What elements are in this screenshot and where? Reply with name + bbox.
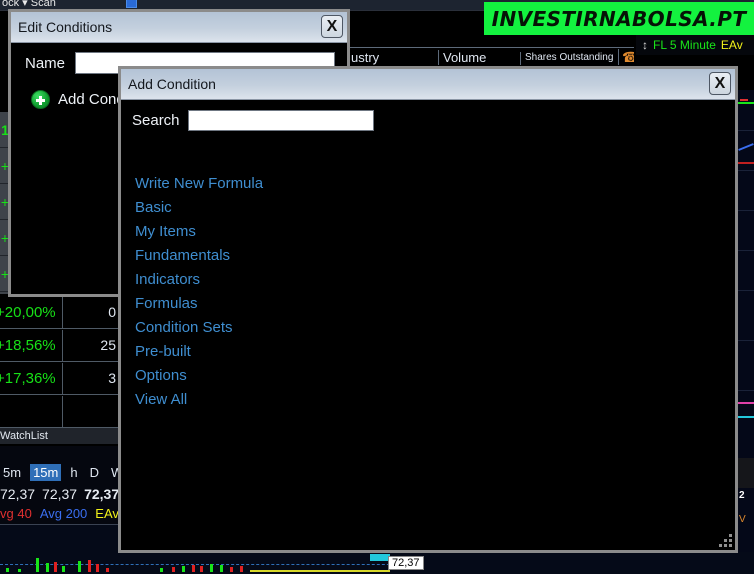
price-value: 72,37 [0, 486, 36, 502]
search-label: Search [132, 112, 180, 129]
add-condition-dialog[interactable]: Add Condition X Search Write New Formula… [118, 66, 738, 553]
list-item-formulas[interactable]: Formulas [121, 292, 198, 316]
chart-eavg-label: EAv [720, 38, 743, 52]
row-volume: 3 [62, 362, 118, 394]
moving-average-legend: vg 40 Avg 200 EAvg [0, 504, 118, 522]
chart-header-bar: ↕ FL 5 Minute EAv [636, 35, 754, 55]
cyan-marker [370, 554, 390, 561]
add-condition-titlebar[interactable]: Add Condition X [121, 69, 735, 100]
search-input[interactable] [187, 110, 374, 131]
table-row[interactable]: +17,36% 3 [0, 362, 118, 395]
close-icon[interactable]: X [321, 15, 343, 38]
scan-checkbox[interactable] [126, 0, 137, 8]
trend-yellowline [250, 570, 390, 572]
resize-grip[interactable] [719, 534, 732, 547]
timeframe-d[interactable]: D [87, 464, 102, 481]
chart-timeframe-label: FL 5 Minute [653, 38, 716, 52]
timeframe-selector: 5m 15m h D W [0, 462, 118, 482]
timeframe-15m[interactable]: 15m [30, 463, 62, 481]
candlestick-chart[interactable]: 72,37 [0, 552, 754, 574]
add-condition-title: Add Condition [128, 76, 216, 92]
row-volume: 0 [62, 296, 118, 328]
price-readout: 72,37 72,37 72,37 [0, 484, 118, 504]
search-row: Search [121, 110, 374, 131]
updown-arrow-icon[interactable]: ↕ [642, 39, 648, 51]
ad-banner-text: INVESTIRNABOLSA.PT [491, 6, 747, 31]
list-item-indicators[interactable]: Indicators [121, 268, 200, 292]
close-icon[interactable]: X [709, 72, 731, 95]
table-row[interactable]: +18,56% 25 [0, 329, 118, 362]
price-value: 72,37 [42, 486, 78, 502]
scanner-column-headers: ustry Volume Shares Outstanding ☎ [340, 47, 634, 65]
list-item-condition-sets[interactable]: Condition Sets [121, 316, 233, 340]
list-item-my-items[interactable]: My Items [121, 220, 196, 244]
add-condition-button[interactable]: Add Cond [31, 90, 125, 109]
column-header-shares-outstanding[interactable]: Shares Outstanding [520, 52, 613, 65]
list-item-basic[interactable]: Basic [121, 196, 172, 220]
row-volume [62, 395, 118, 427]
toolbar-label: ock ▾ Scan [2, 0, 56, 9]
list-item-options[interactable]: Options [121, 364, 187, 388]
price-value: 72,37 [84, 486, 118, 502]
column-header-volume[interactable]: Volume [438, 50, 486, 65]
column-header-industry[interactable]: ustry [346, 50, 379, 65]
timeframe-w[interactable]: W [108, 464, 118, 481]
row-volume: 25 [62, 329, 118, 361]
right-chart-strip[interactable]: 2 V [738, 90, 754, 552]
watchlist-table: +20,00% 0 +18,56% 25 +17,36% 3 [0, 296, 118, 428]
condition-category-list: Write New Formula Basic My Items Fundame… [121, 172, 735, 412]
list-item-view-all[interactable]: View All [121, 388, 187, 412]
timeframe-h[interactable]: h [67, 464, 80, 481]
row-percent: +17,36% [0, 369, 56, 387]
ad-banner[interactable]: INVESTIRNABOLSA.PT [484, 2, 754, 35]
list-item-write-new-formula[interactable]: Write New Formula [121, 172, 263, 196]
table-row[interactable] [0, 395, 118, 428]
phone-handset-icon[interactable]: ☎ [618, 49, 634, 65]
legend-avg-40[interactable]: vg 40 [0, 506, 32, 521]
add-condition-label: Add Cond [58, 91, 125, 108]
timeframe-5m[interactable]: 5m [0, 464, 24, 481]
edit-conditions-title: Edit Conditions [18, 19, 113, 35]
watchlist-tab[interactable]: WatchList [0, 428, 118, 444]
row-percent: +18,56% [0, 336, 56, 354]
plus-circle-icon [31, 90, 50, 109]
table-row[interactable]: +20,00% 0 [0, 296, 118, 329]
legend-eavg[interactable]: EAvg [95, 506, 118, 521]
legend-avg-200[interactable]: Avg 200 [40, 506, 87, 521]
right-chart-value: 2 [739, 490, 745, 501]
edit-conditions-titlebar[interactable]: Edit Conditions X [11, 12, 347, 43]
list-item-pre-built[interactable]: Pre-built [121, 340, 191, 364]
name-label: Name [25, 54, 66, 72]
right-chart-symbol: V [739, 514, 746, 525]
add-condition-body: Search Write New Formula Basic My Items … [121, 100, 735, 550]
row-percent: +20,00% [0, 303, 56, 321]
price-tag: 72,37 [388, 556, 424, 570]
list-item-fundamentals[interactable]: Fundamentals [121, 244, 230, 268]
